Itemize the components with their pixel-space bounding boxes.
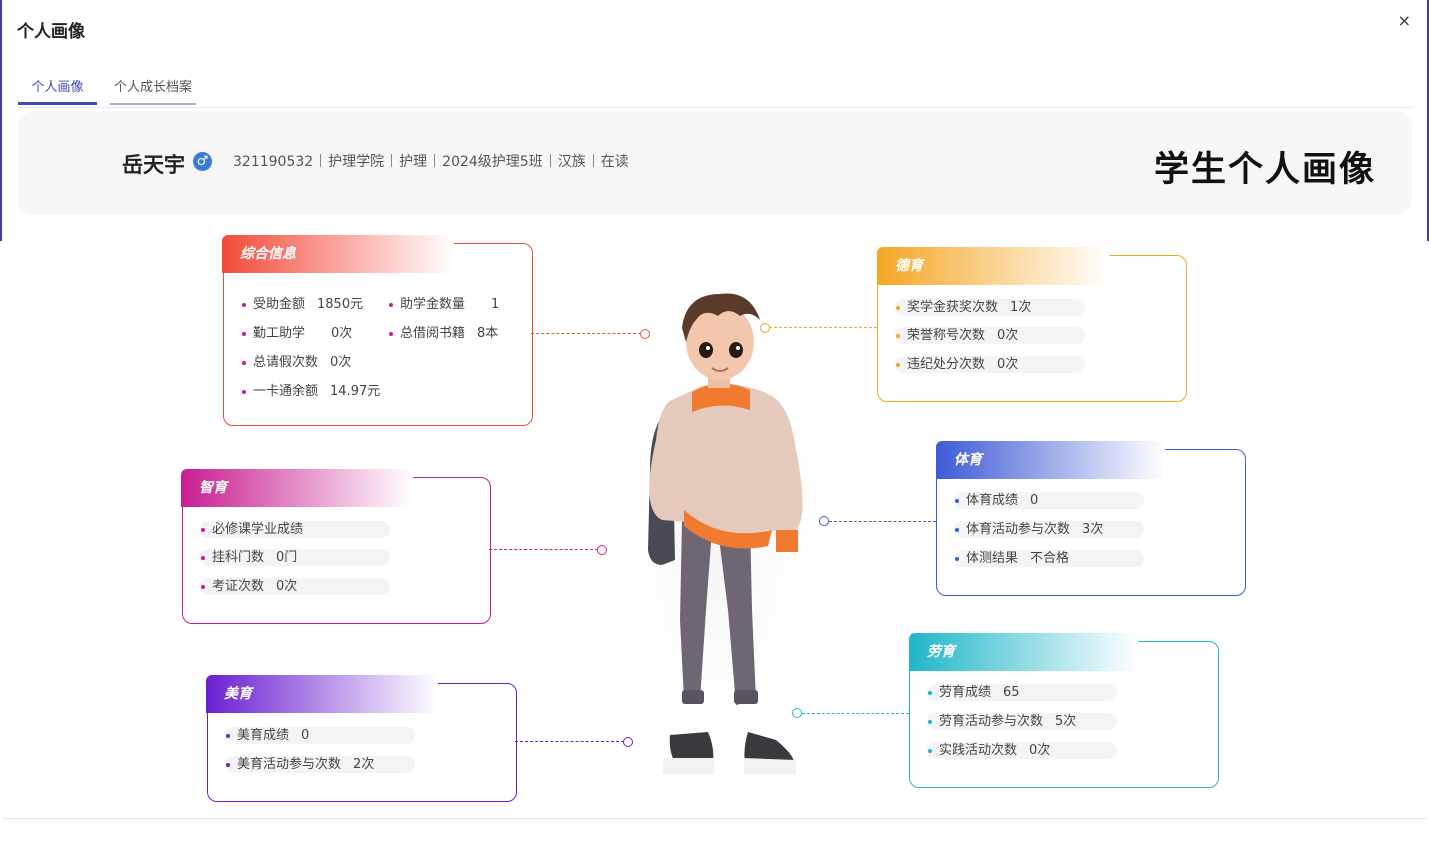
- info-item-work-study: 勤工助学 0次: [241, 325, 363, 342]
- card-title: 体育: [936, 441, 1165, 479]
- info-item-books-borrowed: 总借阅书籍 8本: [388, 325, 510, 342]
- page-title: 学生个人画像: [1153, 150, 1376, 190]
- info-item-practice-activity-count: 实践活动次数 0次: [927, 742, 1117, 759]
- tab-underline: [18, 102, 97, 105]
- info-item-labor-activity-count: 劳育活动参与次数 5次: [927, 713, 1117, 730]
- info-item-aesthetic-activity-count: 美育活动参与次数 2次: [225, 756, 415, 773]
- class-name: 2024级护理5班: [442, 154, 543, 170]
- card-comprehensive-info: 综合信息 受助金额 1850元 助学金数量 1 勤工助学 0次 总借阅书籍 8本 总请假…: [222, 235, 533, 426]
- info-item-aesthetic-score: 美育成绩 0: [225, 727, 415, 744]
- info-item-card-balance: 一卡通余额 14.97元: [241, 383, 391, 400]
- card-title: 劳育: [909, 633, 1138, 671]
- tab-growth-archive[interactable]: 个人成长档案: [110, 76, 196, 105]
- info-item-pe-score: 体育成绩 0: [954, 492, 1144, 509]
- card-title: 智育: [181, 469, 413, 507]
- dialog-title: 个人画像: [17, 22, 85, 42]
- student-name: 岳天宇: [122, 153, 185, 177]
- info-item-fitness-test-result: 体测结果 不合格: [954, 550, 1144, 567]
- connector-dot: [640, 329, 650, 339]
- college: 护理学院: [328, 154, 385, 170]
- card-moral-education: 德育 奖学金获奖次数 1次 荣誉称号次数 0次 违纪处分次数 0次: [877, 247, 1187, 402]
- connector-line: [515, 741, 624, 742]
- ethnicity: 汉族: [557, 154, 586, 170]
- tab-underline: [110, 103, 196, 105]
- card-intellectual-education: 智育 必修课学业成绩 挂科门数 0门 考证次数 0次: [181, 469, 491, 624]
- connector-line: [802, 713, 909, 714]
- close-icon[interactable]: ×: [1398, 12, 1411, 30]
- info-item-certificate-count: 考证次数 0次: [200, 578, 390, 595]
- card-labor-education: 劳育 劳育成绩 65 劳育活动参与次数 5次 实践活动次数 0次: [909, 633, 1219, 788]
- connector-dot: [819, 516, 829, 526]
- connector-line: [531, 333, 641, 334]
- info-item-required-course-score: 必修课学业成绩: [200, 521, 390, 538]
- tab-personal-portrait[interactable]: 个人画像: [18, 76, 97, 105]
- student-avatar-illustration: [603, 290, 830, 790]
- major: 护理: [399, 154, 428, 170]
- card-aesthetic-education: 美育 美育成绩 0 美育活动参与次数 2次: [206, 675, 517, 802]
- tab-bar: 个人画像 个人成长档案: [18, 70, 1412, 108]
- card-title: 德育: [877, 247, 1109, 285]
- card-physical-education: 体育 体育成绩 0 体育活动参与次数 3次 体测结果 不合格: [936, 441, 1246, 596]
- info-item-grant-count: 助学金数量 1: [388, 296, 510, 313]
- student-info: 321190532 护理学院 护理 2024级护理5班 汉族 在读: [233, 151, 629, 171]
- footer-divider: [2, 818, 1427, 819]
- info-item-leave-count: 总请假次数 0次: [241, 354, 363, 371]
- window-edge-left: [0, 0, 2, 241]
- connector-line: [489, 549, 598, 550]
- connector-dot: [597, 545, 607, 555]
- info-item-scholarship-count: 奖学金获奖次数 1次: [895, 299, 1085, 316]
- connector-dot: [623, 737, 633, 747]
- info-item-aid-amount: 受助金额 1850元: [241, 296, 363, 313]
- info-item-discipline-count: 违纪处分次数 0次: [895, 356, 1085, 373]
- connector-line: [829, 521, 936, 522]
- tab-label: 个人画像: [31, 80, 84, 95]
- card-title: 美育: [206, 675, 438, 713]
- student-id: 321190532: [233, 154, 314, 170]
- tab-label: 个人成长档案: [113, 80, 192, 95]
- card-title: 综合信息: [222, 235, 454, 273]
- profile-banner: 岳天宇 ♂ 321190532 护理学院 护理 2024级护理5班 汉族 在读 学生个人画…: [18, 111, 1412, 215]
- enrollment-status: 在读: [600, 154, 629, 170]
- info-item-honor-count: 荣誉称号次数 0次: [895, 327, 1085, 344]
- info-item-failed-courses: 挂科门数 0门: [200, 549, 390, 566]
- info-item-labor-score: 劳育成绩 65: [927, 684, 1117, 701]
- connector-line: [769, 327, 877, 328]
- connector-dot: [760, 323, 770, 333]
- connector-dot: [792, 708, 802, 718]
- male-icon: ♂: [193, 152, 212, 171]
- info-item-sports-activity-count: 体育活动参与次数 3次: [954, 521, 1144, 538]
